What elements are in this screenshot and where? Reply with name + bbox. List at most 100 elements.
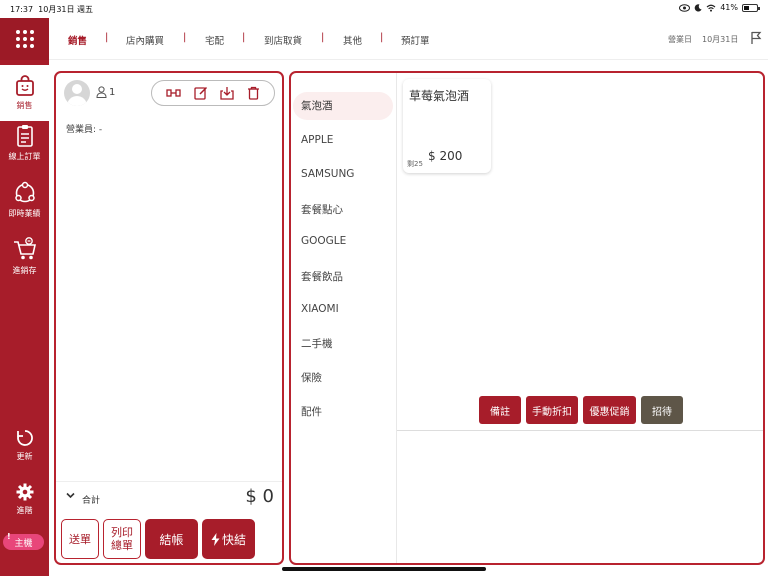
refresh-icon xyxy=(16,430,33,446)
tab-preorder[interactable]: 預訂單 xyxy=(401,33,430,47)
battery-percent: 41% xyxy=(720,3,738,12)
sidebar: 銷售 線上訂單 即時業績 進銷存 更新 進階 ! 主機 xyxy=(0,18,49,576)
grid-icon xyxy=(15,30,34,48)
status-time: 17:37 10月31日 週五 xyxy=(10,4,93,15)
tab-separator: | xyxy=(380,32,384,43)
category-item[interactable]: 套餐點心 xyxy=(301,202,343,217)
sidebar-item-label: 線上訂單 xyxy=(8,152,41,161)
category-list: 氣泡酒 APPLE SAMSUNG 套餐點心 GOOGLE 套餐飲品 XIAOM… xyxy=(291,73,397,563)
gear-icon xyxy=(16,483,33,501)
battery-icon xyxy=(742,3,760,12)
cart-icon xyxy=(13,237,36,260)
lightning-icon xyxy=(211,532,220,546)
chart-circle-icon xyxy=(14,181,35,203)
tab-separator: | xyxy=(105,32,109,43)
business-day-label: 營業日 xyxy=(668,35,692,44)
flag-icon[interactable] xyxy=(750,31,762,45)
sidebar-item-advanced[interactable]: 進階 xyxy=(0,482,49,516)
trash-icon[interactable] xyxy=(247,86,260,100)
salesperson-text: 營業員: - xyxy=(66,125,103,135)
edit-icon[interactable] xyxy=(194,86,208,100)
product-panel: 氣泡酒 APPLE SAMSUNG 套餐點心 GOOGLE 套餐飲品 XIAOM… xyxy=(289,71,765,565)
sidebar-item-label: 進階 xyxy=(16,506,33,515)
status-icons: 41% xyxy=(679,3,760,12)
sidebar-item-label: 進銷存 xyxy=(12,266,37,275)
date-text: 10月31日 週五 xyxy=(38,5,94,14)
eye-icon xyxy=(679,3,691,12)
quick-checkout-button[interactable]: 快結 xyxy=(202,519,255,559)
wifi-icon xyxy=(706,4,716,12)
guest-count[interactable]: 1 xyxy=(96,86,115,98)
sidebar-item-label: 即時業績 xyxy=(8,209,41,218)
tab-pickup[interactable]: 到店取貨 xyxy=(264,33,302,47)
sidebar-item-refresh[interactable]: 更新 xyxy=(0,428,49,462)
complimentary-label: 招待 xyxy=(652,406,672,418)
category-item[interactable]: 套餐飲品 xyxy=(301,269,343,284)
sidebar-item-label: 更新 xyxy=(16,452,33,461)
top-nav: 銷售 | 店內購買 | 宅配 | 到店取貨 | 其他 | 預訂單 營業日 10月… xyxy=(49,18,768,60)
sidebar-item-inventory[interactable]: 進銷存 xyxy=(0,236,49,276)
send-order-label: 送單 xyxy=(69,532,91,546)
sidebar-item-online-orders[interactable]: 線上訂單 xyxy=(0,124,49,162)
home-indicator[interactable] xyxy=(282,567,486,571)
sidebar-item-label: 銷售 xyxy=(16,101,33,110)
note-button[interactable]: 備註 xyxy=(479,396,521,424)
print-summary-button[interactable]: 列印 總單 xyxy=(103,519,141,559)
manual-discount-label: 手動折扣 xyxy=(532,406,572,418)
manual-discount-button[interactable]: 手動折扣 xyxy=(526,396,578,424)
sidebar-item-live-sales[interactable]: 即時業績 xyxy=(0,181,49,219)
main-host-label: 主機 xyxy=(14,538,33,549)
tab-separator: | xyxy=(183,32,187,43)
category-item[interactable]: 氣泡酒 xyxy=(293,92,393,120)
panel-divider xyxy=(397,430,763,431)
checkout-button[interactable]: 結帳 xyxy=(145,519,198,559)
order-toolbar xyxy=(151,80,275,106)
product-price: $ 200 xyxy=(428,149,463,163)
category-item[interactable]: GOOGLE xyxy=(301,235,346,247)
category-item[interactable]: 二手機 xyxy=(301,336,333,351)
tab-in-store[interactable]: 店內購買 xyxy=(126,33,164,47)
print-label-line1: 列印 xyxy=(111,526,133,539)
product-name: 草莓氣泡酒 xyxy=(409,89,470,103)
quick-checkout-label: 快結 xyxy=(221,532,246,547)
category-item[interactable]: 保險 xyxy=(301,370,322,385)
alert-mark: ! xyxy=(7,532,11,541)
total-row[interactable]: 合計 $ 0 xyxy=(56,481,282,513)
tab-separator: | xyxy=(242,32,246,43)
print-label-line2: 總單 xyxy=(111,539,133,552)
checkout-label: 結帳 xyxy=(159,532,184,547)
category-item[interactable]: SAMSUNG xyxy=(301,168,354,180)
avatar[interactable] xyxy=(64,80,90,106)
guest-count-value: 1 xyxy=(109,86,116,98)
category-item[interactable]: XIAOMI xyxy=(301,303,339,315)
download-icon[interactable] xyxy=(220,86,234,100)
moon-icon xyxy=(694,3,702,12)
app-root: 17:37 10月31日 週五 41% 銷售 線上訂單 即時業績 進銷存 更新 … xyxy=(0,0,768,576)
product-stock: 剩25 xyxy=(407,160,423,168)
sidebar-item-sales[interactable]: 銷售 xyxy=(0,65,49,121)
tab-sales[interactable]: 銷售 xyxy=(68,33,87,47)
send-order-button[interactable]: 送單 xyxy=(61,519,99,559)
business-day-value: 10月31日 xyxy=(702,35,739,44)
category-item[interactable]: 配件 xyxy=(301,404,322,419)
shopping-bag-icon xyxy=(15,75,34,96)
total-amount: $ 0 xyxy=(245,486,274,507)
product-card[interactable]: 草莓氣泡酒 剩25 $ 200 xyxy=(403,79,491,173)
status-bar: 17:37 10月31日 週五 41% xyxy=(0,0,768,18)
note-label: 備註 xyxy=(490,406,510,418)
chevron-down-icon[interactable] xyxy=(66,492,75,499)
category-item[interactable]: APPLE xyxy=(301,134,333,146)
app-menu-button[interactable] xyxy=(0,18,49,60)
promotion-label: 優惠促銷 xyxy=(589,406,630,418)
main-host-badge[interactable]: ! 主機 xyxy=(3,532,44,550)
tab-delivery[interactable]: 宅配 xyxy=(205,33,224,47)
promotion-button[interactable]: 優惠促銷 xyxy=(583,396,636,424)
complimentary-button[interactable]: 招待 xyxy=(641,396,683,424)
order-panel: 1 營業員: - 合計 $ 0 送單 列印 總單 結帳 快結 xyxy=(54,71,284,565)
tab-other[interactable]: 其他 xyxy=(343,33,362,47)
person-icon xyxy=(96,86,107,98)
tab-separator: | xyxy=(321,32,325,43)
total-label: 合計 xyxy=(82,496,101,506)
merge-icon[interactable] xyxy=(166,87,181,99)
clipboard-list-icon xyxy=(16,125,33,147)
